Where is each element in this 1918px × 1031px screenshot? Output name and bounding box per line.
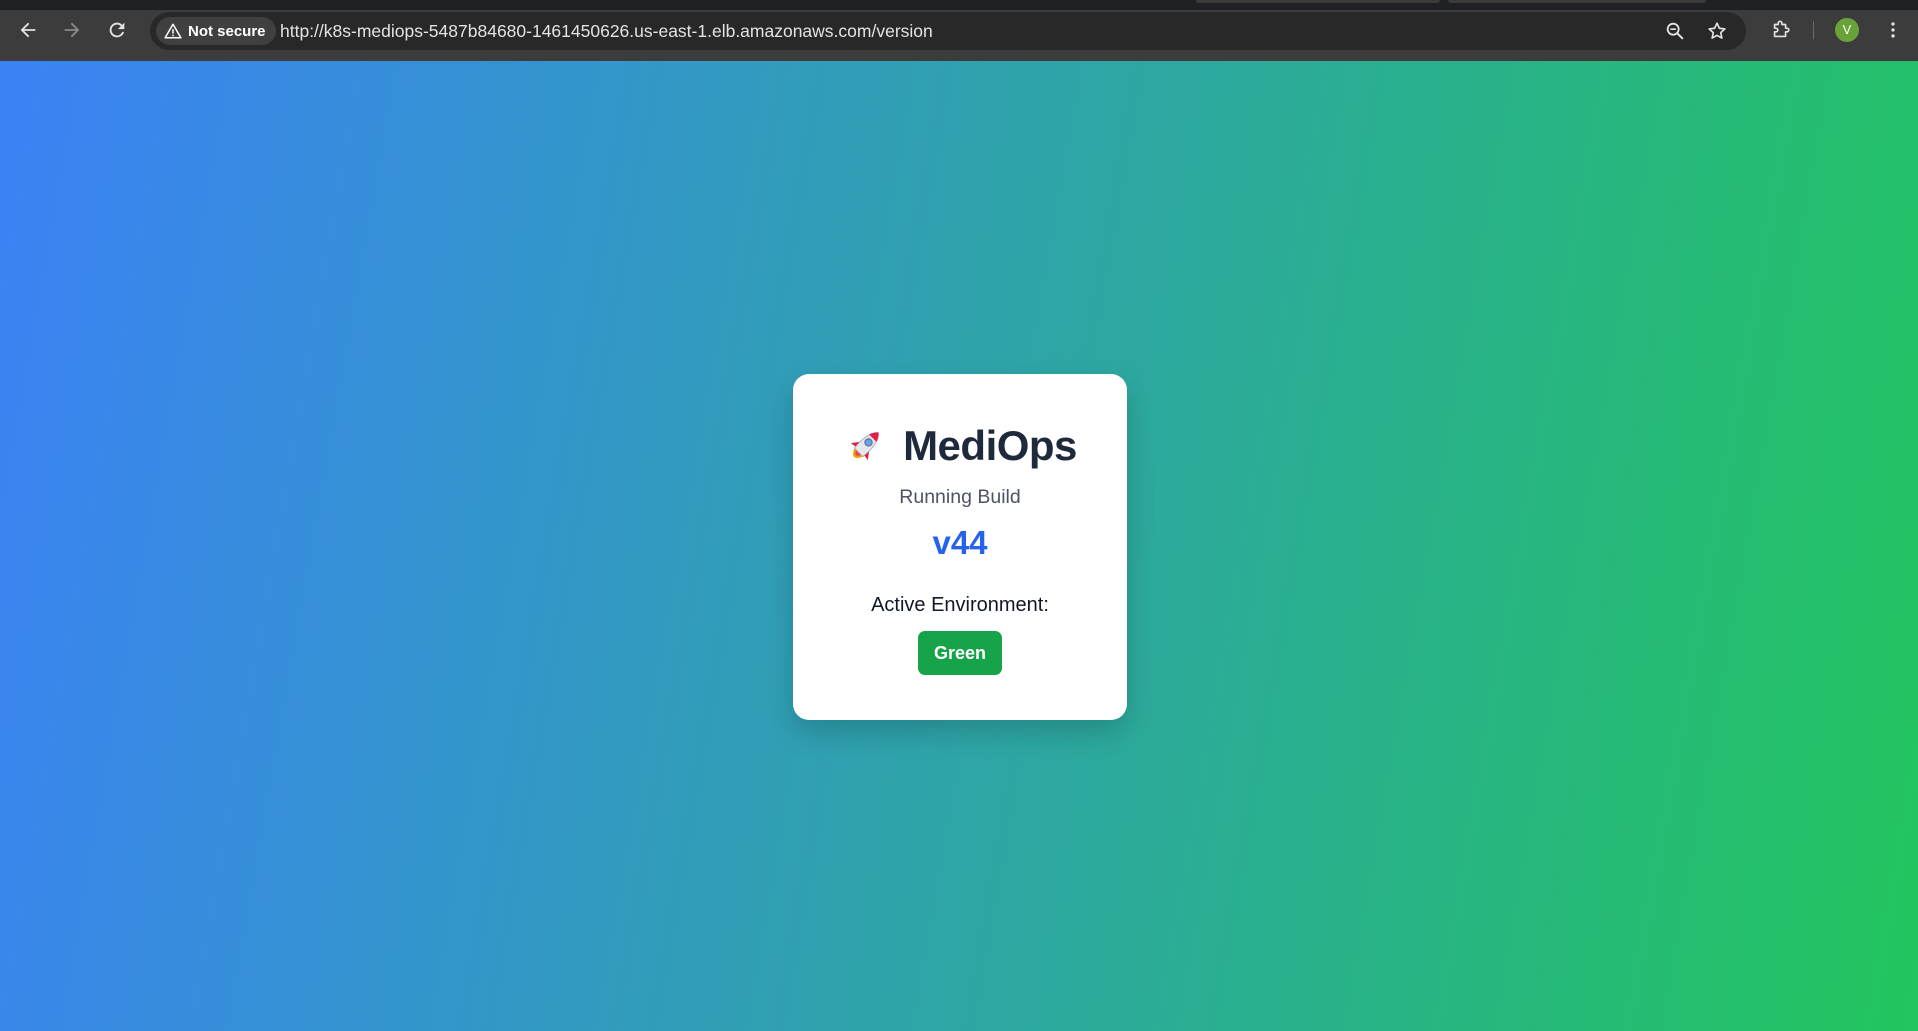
forward-button[interactable] (57, 13, 87, 47)
url-text[interactable]: http://k8s-mediops-5487b84680-1461450626… (280, 12, 933, 50)
profile-avatar[interactable]: V (1835, 18, 1859, 42)
app-title: MediOps (903, 422, 1077, 469)
toolbar-divider (1813, 21, 1814, 39)
reload-button[interactable] (102, 13, 132, 47)
arrow-right-icon (64, 22, 80, 38)
tab-edge (1448, 0, 1706, 3)
warning-triangle-icon (164, 23, 182, 39)
security-indicator[interactable]: Not secure (156, 17, 276, 45)
reload-icon (109, 22, 125, 38)
extensions-button[interactable] (1768, 17, 1794, 43)
build-version: v44 (932, 524, 988, 561)
browser-toolbar: Not secure http://k8s-mediops-5487b84680… (0, 0, 1918, 61)
back-button[interactable] (13, 13, 43, 47)
zoom-button[interactable] (1663, 19, 1687, 43)
address-bar[interactable]: Not secure http://k8s-mediops-5487b84680… (150, 12, 1746, 50)
star-icon (1708, 22, 1726, 39)
page-background: MediOps Running Build v44 Active Environ… (0, 61, 1918, 1031)
magnifier-icon (1666, 22, 1684, 40)
browser-menu-button[interactable] (1880, 17, 1906, 43)
security-label: Not secure (188, 22, 266, 40)
version-card: MediOps Running Build v44 Active Environ… (793, 374, 1127, 720)
kebab-menu-icon (1891, 22, 1895, 38)
environment-label: Active Environment: (871, 594, 1049, 616)
puzzle-icon (1773, 20, 1790, 38)
build-label: Running Build (899, 486, 1021, 508)
rocket-icon (850, 432, 879, 461)
tab-strip (0, 0, 1918, 10)
tab-edge (1196, 0, 1440, 3)
arrow-left-icon (20, 22, 36, 38)
environment-badge: Green (918, 631, 1002, 675)
card-header: MediOps (793, 418, 1127, 474)
bookmark-button[interactable] (1705, 19, 1729, 43)
